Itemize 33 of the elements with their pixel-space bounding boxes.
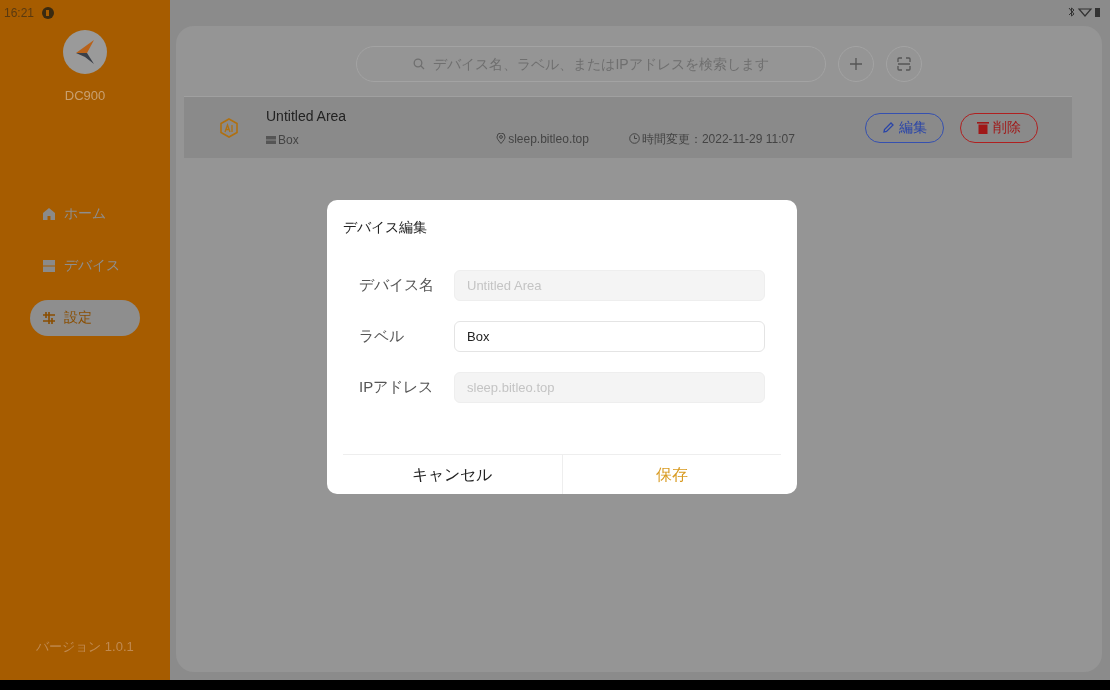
text-field[interactable]: Box xyxy=(454,321,765,352)
notification-icon xyxy=(42,7,55,19)
trash-icon xyxy=(977,121,989,134)
location-pin-icon xyxy=(496,133,507,144)
field-label: IPアドレス xyxy=(359,377,435,398)
nav-item[interactable]: 設定 xyxy=(30,299,140,336)
version-text: バージョン 1.0.1 xyxy=(36,637,134,656)
label-icon xyxy=(266,135,276,145)
ai-chip-icon xyxy=(218,116,240,139)
plus-icon xyxy=(850,58,862,70)
dialog-title: デバイス編集 xyxy=(343,218,428,237)
clock-icon xyxy=(628,133,640,144)
pencil-icon xyxy=(882,121,895,134)
field-label: デバイス名 xyxy=(359,275,435,296)
search-icon xyxy=(413,58,426,70)
scan-icon xyxy=(897,57,911,71)
sliders-icon xyxy=(42,310,56,325)
home-icon xyxy=(42,206,56,221)
device-name: Untitled Area xyxy=(266,107,347,126)
device-address: sleep.bitleo.top xyxy=(508,130,589,148)
server-icon xyxy=(42,258,56,273)
app-name: DC900 xyxy=(64,87,106,105)
app-logo xyxy=(63,30,107,74)
status-icons xyxy=(1066,6,1102,18)
field-label: ラベル xyxy=(359,326,405,347)
device-label: Box xyxy=(266,131,347,149)
status-time: 16:21 xyxy=(4,5,35,22)
nav-item[interactable]: デバイス xyxy=(30,247,140,284)
cancel-button[interactable]: キャンセル xyxy=(343,455,563,494)
save-button[interactable]: 保存 xyxy=(562,455,781,494)
device-time: 時間変更：2022-11-29 11:07 xyxy=(641,130,795,148)
nav-item[interactable]: ホーム xyxy=(30,195,140,232)
device-row[interactable]: Untitled Area Box sleep.bitleo.top 時間変更：2022-11-29 11:07 編集 削除 xyxy=(184,96,1072,158)
